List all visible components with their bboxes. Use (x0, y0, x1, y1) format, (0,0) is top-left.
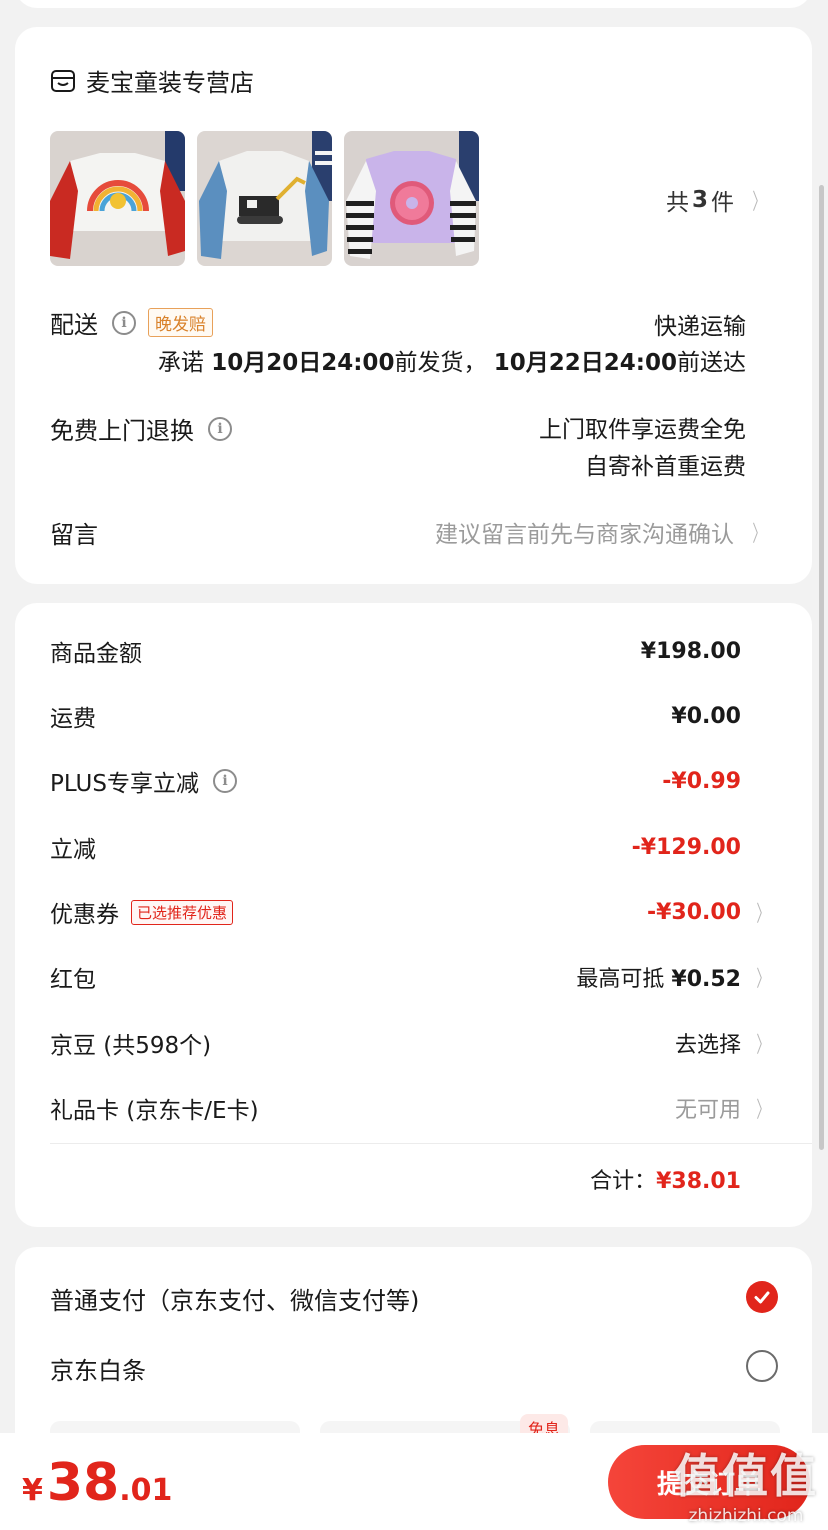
divider (50, 1143, 812, 1144)
red-packet-amount: ¥0.52 (671, 967, 741, 992)
plus-discount-label: PLUS专享立减 (50, 771, 199, 797)
gift-card-label: 礼品卡 (京东卡/E卡) (50, 1098, 259, 1124)
price-summary-card: 商品金额 ¥198.00 运费 ¥0.00 PLUS专享立减 i -¥0.99 … (15, 603, 812, 1227)
product-thumbnails[interactable] (50, 131, 479, 266)
total-value: ¥38.01 (656, 1169, 741, 1194)
chevron-right-icon: 〉 (756, 967, 770, 992)
shipping-fee-label: 运费 (50, 706, 96, 732)
baitiao-payment-radio[interactable] (746, 1350, 778, 1382)
chevron-right-icon: 〉 (752, 190, 766, 215)
returns-line-2: 自寄补首重运费 (585, 454, 746, 480)
product-thumbnail-donut-shirt[interactable] (344, 131, 479, 266)
chevron-right-icon: 〉 (756, 902, 770, 927)
returns-label-group: 免费上门退换 i (50, 411, 232, 446)
previous-card-edge (15, 0, 812, 8)
total-label: 合计： (590, 1169, 657, 1194)
info-icon[interactable]: i (208, 416, 232, 441)
red-packet-row[interactable]: 红包 最高可抵 ¥0.52 〉 (50, 957, 812, 997)
goods-amount-value: ¥198.00 (640, 638, 741, 664)
total-line: 合计：¥38.01 (590, 1163, 741, 1195)
product-thumbnail-rainbow-shirt[interactable] (50, 131, 185, 266)
shipping-fee-row: 运费 ¥0.00 (50, 696, 812, 736)
promise-text-1: 承诺 (157, 350, 204, 376)
ship-date: 10月20日24:00 (211, 350, 395, 376)
chevron-right-icon: 〉 (752, 522, 766, 547)
arrive-date: 10月22日24:00 (493, 350, 677, 376)
currency-symbol: ¥ (22, 1473, 43, 1508)
message-placeholder: 建议留言前先与商家沟通确认 (434, 522, 734, 548)
watermark-logo: 值值值 (674, 1449, 818, 1503)
instant-discount-value: -¥129.00 (631, 834, 741, 860)
rainbow-shirt-image (50, 131, 185, 266)
excavator-shirt-image (197, 131, 332, 266)
coupon-selected-badge: 已选推荐优惠 (131, 899, 234, 925)
item-count[interactable]: 共 3 件 〉 (666, 183, 770, 217)
gift-card-value: 无可用 (674, 1098, 741, 1123)
watermark: 值值值 zhizhizhi.com (674, 1440, 818, 1526)
red-packet-prefix: 最高可抵 (576, 967, 665, 992)
store-card: 麦宝童装专营店 共 3 件 〉 配送 i 晚发赔 快递运输 承诺 10月20日2… (15, 27, 812, 584)
product-thumbnail-excavator-shirt[interactable] (197, 131, 332, 266)
store-header[interactable]: 麦宝童装专营店 (50, 63, 254, 98)
normal-payment-label[interactable]: 普通支付（京东支付、微信支付等) (50, 1281, 419, 1316)
jd-beans-row[interactable]: 京豆 (共598个) 去选择 〉 (50, 1023, 812, 1063)
normal-payment-radio[interactable] (746, 1281, 778, 1313)
count-suffix: 件 (710, 190, 734, 216)
chevron-right-icon: 〉 (756, 1098, 770, 1123)
delivery-label-group: 配送 i 晚发赔 (50, 305, 213, 340)
shipping-fee-value: ¥0.00 (671, 703, 741, 729)
watermark-url: zhizhizhi.com (688, 1506, 804, 1526)
info-icon[interactable]: i (112, 310, 136, 335)
coupon-label: 优惠券 (50, 902, 119, 928)
plus-discount-value: -¥0.99 (662, 768, 741, 794)
donut-shirt-image (344, 131, 479, 266)
instant-discount-row: 立减 -¥129.00 (50, 827, 812, 867)
plus-discount-label-group: PLUS专享立减 i (50, 764, 237, 798)
red-packet-value: 最高可抵 ¥0.52 (576, 961, 741, 993)
delivery-method[interactable]: 快递运输 (654, 307, 746, 341)
amount-decimal: .01 (119, 1473, 173, 1508)
goods-amount-label: 商品金额 (50, 641, 142, 667)
amount-integer: 38 (46, 1453, 120, 1513)
info-icon[interactable]: i (212, 769, 237, 793)
store-icon (51, 69, 75, 92)
goods-amount-row: 商品金额 ¥198.00 (50, 631, 812, 671)
instant-discount-label: 立减 (50, 837, 96, 863)
message-input[interactable]: 建议留言前先与商家沟通确认 〉 (435, 515, 770, 549)
count-prefix: 共 (665, 190, 689, 216)
promise-text-3: 前送达 (677, 350, 746, 376)
jd-beans-value: 去选择 (674, 1033, 741, 1058)
returns-label: 免费上门退换 (50, 417, 194, 445)
message-label: 留言 (50, 521, 98, 549)
jd-beans-label: 京豆 (共598个) (50, 1033, 212, 1059)
delivery-label: 配送 (50, 311, 98, 339)
late-compensation-badge: 晚发赔 (148, 308, 213, 337)
delivery-promise: 承诺 10月20日24:00前发货， 10月22日24:00前送达 (158, 343, 746, 377)
plus-discount-row: PLUS专享立减 i -¥0.99 (50, 761, 812, 801)
scrollbar[interactable] (819, 185, 824, 1150)
store-name: 麦宝童装专营店 (86, 69, 254, 97)
count-number: 3 (691, 187, 708, 213)
coupon-label-group: 优惠券 已选推荐优惠 (50, 895, 234, 929)
payable-amount: ¥ 38 .01 (22, 1453, 172, 1513)
red-packet-label: 红包 (50, 967, 96, 993)
coupon-value: -¥30.00 (646, 899, 741, 925)
chevron-right-icon: 〉 (756, 1033, 770, 1058)
checkmark-icon (754, 1291, 770, 1304)
promise-text-2: 前发货， (394, 350, 487, 376)
coupon-row[interactable]: 优惠券 已选推荐优惠 -¥30.00 〉 (50, 892, 812, 932)
baitiao-payment-label[interactable]: 京东白条 (50, 1351, 146, 1386)
gift-card-row[interactable]: 礼品卡 (京东卡/E卡) 无可用 〉 (50, 1088, 812, 1128)
returns-line-1: 上门取件享运费全免 (539, 417, 746, 443)
